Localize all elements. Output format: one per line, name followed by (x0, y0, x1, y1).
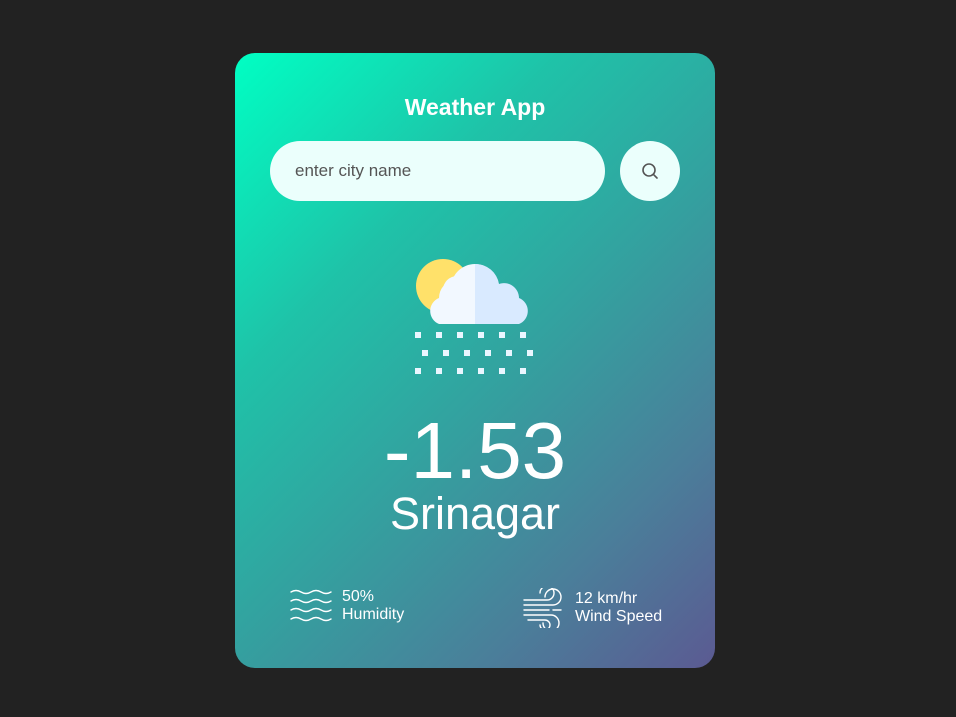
app-title: Weather App (404, 94, 546, 120)
search-button[interactable] (620, 141, 680, 201)
city-search-input[interactable] (270, 141, 605, 201)
humidity-label: Humidity (342, 606, 405, 623)
weather-card: Weather App enter city name -1.53 Srinag… (235, 53, 715, 668)
humidity-value: 50% (342, 588, 375, 605)
wind-speed-label: Wind Speed (575, 608, 663, 625)
wind-icon (523, 588, 562, 628)
city-name: Srinagar (389, 488, 561, 539)
humidity-detail: 50% Humidity (290, 588, 404, 624)
wind-speed-value: 12 km/hr (575, 590, 638, 607)
snow-cloud-sun-icon (415, 259, 533, 374)
search-icon (642, 163, 658, 179)
temperature-value: -1.53 (383, 406, 567, 495)
wind-detail: 12 km/hr Wind Speed (523, 588, 662, 628)
humidity-waves-icon (290, 589, 332, 622)
